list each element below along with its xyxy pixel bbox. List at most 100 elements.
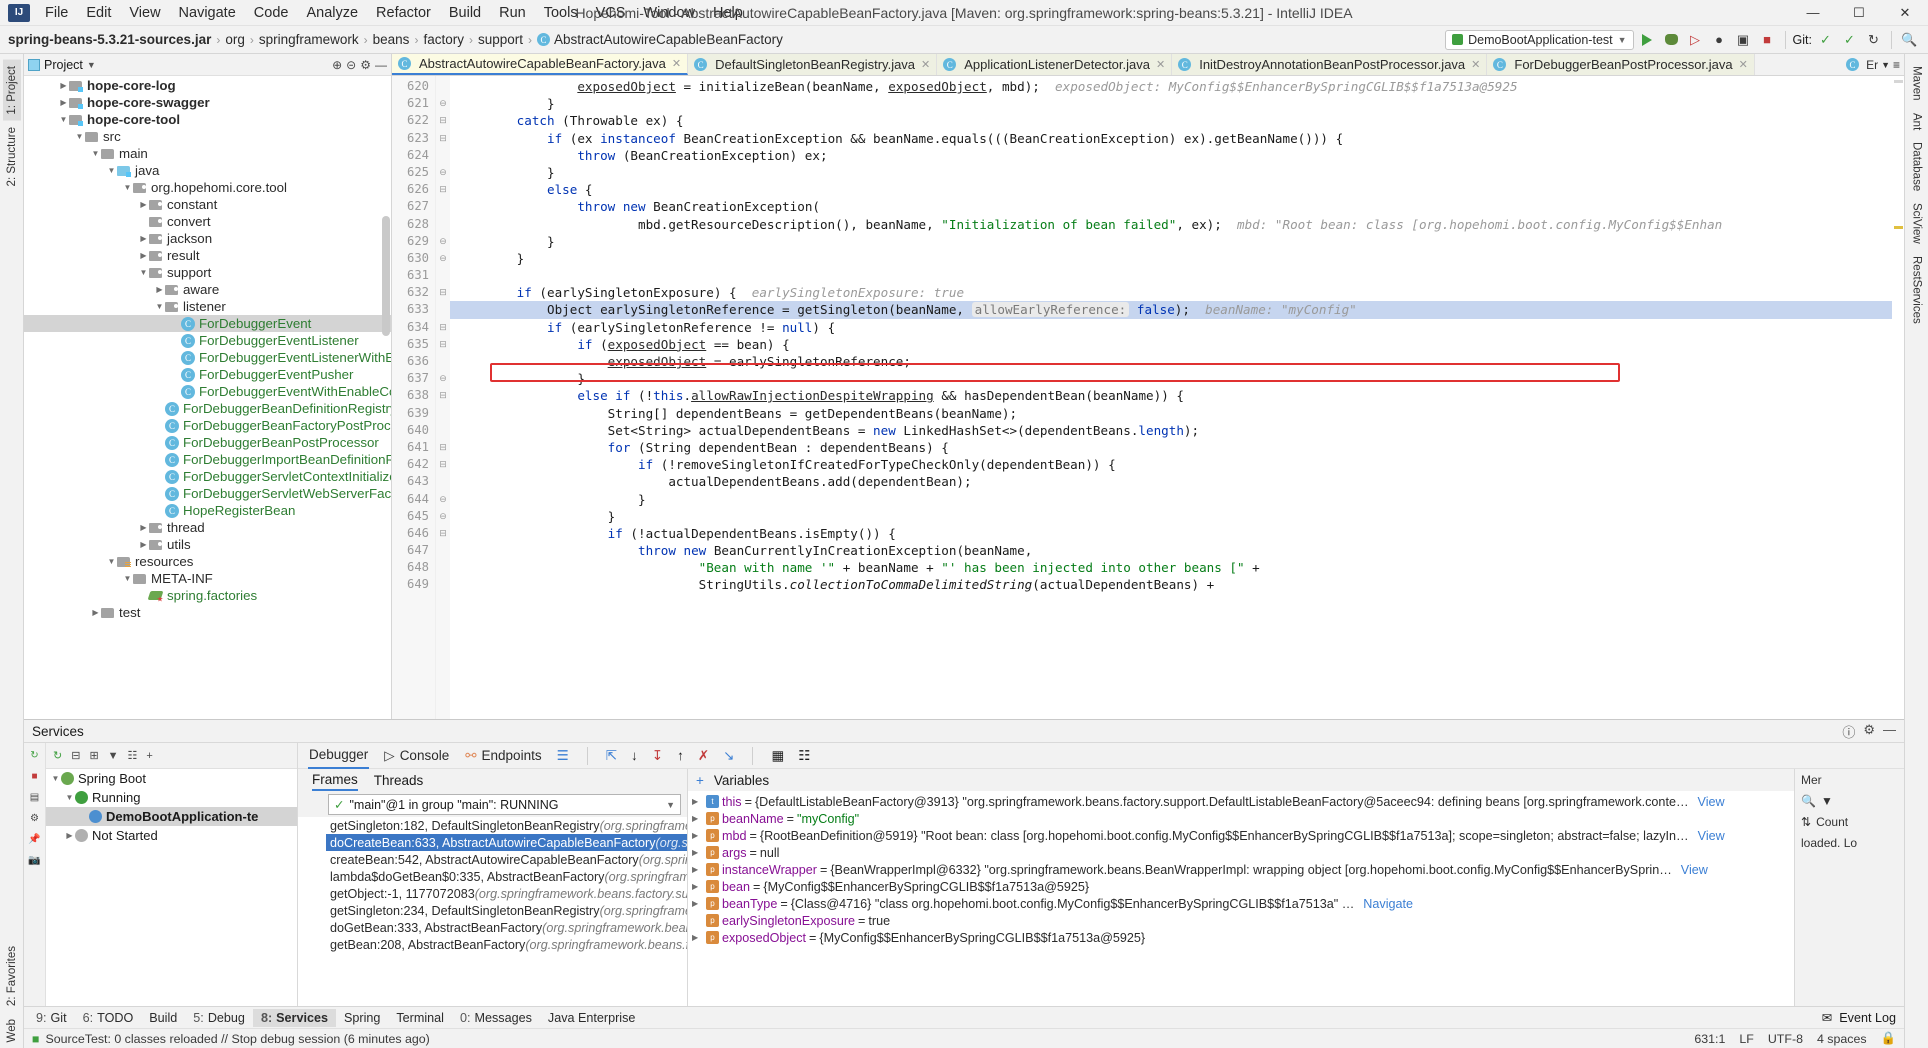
variable-view-link[interactable]: View [1698, 829, 1725, 843]
code-line[interactable]: if (earlySingletonReference != null) { [450, 319, 1892, 336]
attach-button[interactable]: ▣ [1733, 29, 1754, 50]
expand-arrow-icon[interactable]: ▶ [692, 882, 703, 891]
tab-endpoints[interactable]: ⚯ Endpoints [464, 743, 542, 769]
maximize-button[interactable]: ☐ [1836, 0, 1882, 25]
run-button[interactable] [1637, 29, 1658, 50]
fold-toggle-icon[interactable]: ⊟ [436, 130, 450, 147]
code-line[interactable]: "Bean with name '" + beanName + "' has b… [450, 559, 1892, 576]
menu-refactor[interactable]: Refactor [367, 3, 440, 23]
expand-arrow-icon[interactable]: ▼ [122, 574, 133, 583]
tree-node[interactable]: ▼ java [24, 162, 391, 179]
sidebar-item-structure[interactable]: 2: Structure [3, 121, 21, 192]
settings-icon[interactable]: ⚙ [28, 811, 42, 825]
file-encoding[interactable]: UTF-8 [1768, 1032, 1803, 1046]
gear-icon[interactable]: ⚙ [1863, 722, 1875, 741]
tree-node[interactable]: ▼ main [24, 145, 391, 162]
code-line[interactable]: throw new BeanCreationException( [450, 198, 1892, 215]
services-tree-node[interactable]: ▼ Spring Boot [46, 769, 297, 788]
expand-arrow-icon[interactable]: ▶ [154, 285, 165, 294]
frame-row[interactable]: getSingleton:234, DefaultSingletonBeanRe… [326, 902, 687, 919]
tree-node[interactable]: ▶ test [24, 604, 391, 621]
close-tab-icon[interactable]: ✕ [1156, 58, 1165, 71]
fold-toggle-icon[interactable]: ⊖ [436, 233, 450, 250]
memory-tab-label[interactable]: Mer [1801, 773, 1822, 787]
code-line[interactable]: } [450, 95, 1892, 112]
tree-node[interactable]: C HopeRegisterBean [24, 502, 391, 519]
tree-node[interactable]: ▶ jackson [24, 230, 391, 247]
sidebar-item-maven[interactable]: Maven [1908, 60, 1926, 107]
expand-arrow-icon[interactable]: ▼ [50, 774, 61, 783]
fold-toggle-icon[interactable]: ⊟ [436, 525, 450, 542]
tool-window-button[interactable]: Terminal [388, 1009, 452, 1027]
hide-icon[interactable]: ― [375, 58, 387, 72]
expand-all-icon[interactable]: ⊕ [332, 58, 342, 72]
tree-node[interactable]: spring.factories [24, 587, 391, 604]
menu-run[interactable]: Run [490, 3, 535, 23]
fold-toggle-icon[interactable]: ⊖ [436, 491, 450, 508]
services-tree[interactable]: ▼ Spring Boot ▼ Running DemoBootApplication-… [46, 769, 297, 845]
frame-row[interactable]: getBean:208, AbstractBeanFactory (org.sp… [326, 936, 687, 953]
variable-row[interactable]: ▶ p instanceWrapper = {BeanWrapperImpl@633… [688, 861, 1794, 878]
menu-code[interactable]: Code [245, 3, 298, 23]
expand-arrow-icon[interactable]: ▶ [692, 814, 703, 823]
fold-toggle-icon[interactable]: ⊟ [436, 319, 450, 336]
frame-row[interactable]: lambda$doGetBean$0:335, AbstractBeanFact… [326, 868, 687, 885]
sidebar-item-ant[interactable]: Ant [1908, 107, 1926, 136]
code-line[interactable]: mbd.getResourceDescription(), beanName, … [450, 216, 1892, 233]
tree-node[interactable]: ▶ thread [24, 519, 391, 536]
fold-toggle-icon[interactable]: ⊟ [436, 181, 450, 198]
stop-button[interactable]: ■ [1757, 29, 1778, 50]
expand-arrow-icon[interactable]: ▶ [138, 523, 149, 532]
add-icon[interactable]: + [146, 750, 152, 762]
step-out-icon[interactable]: ↑ [677, 748, 684, 763]
expand-arrow-icon[interactable]: ▶ [692, 797, 703, 806]
expand-arrow-icon[interactable]: ▼ [138, 268, 149, 277]
expand-arrow-icon[interactable]: ▶ [90, 608, 101, 617]
code-line[interactable]: } [450, 233, 1892, 250]
tree-node[interactable]: C ForDebuggerBeanDefinitionRegistryPostPr… [24, 400, 391, 417]
expand-arrow-icon[interactable]: ▶ [138, 200, 149, 209]
code-line[interactable]: if (!actualDependentBeans.isEmpty()) { [450, 525, 1892, 542]
code-line[interactable]: } [450, 370, 1892, 387]
frame-row[interactable]: getSingleton:182, DefaultSingletonBeanRe… [326, 817, 687, 834]
caret-position[interactable]: 631:1 [1694, 1032, 1725, 1046]
code-line[interactable]: } [450, 250, 1892, 267]
force-step-into-icon[interactable]: ↧ [652, 748, 663, 764]
tool-window-button[interactable]: 6: TODO [75, 1009, 142, 1027]
frames-list[interactable]: getSingleton:182, DefaultSingletonBeanRe… [298, 817, 687, 1006]
help-icon[interactable]: ⓘ [1842, 722, 1855, 741]
run-to-cursor-icon[interactable]: ↘ [723, 748, 734, 764]
expand-arrow-icon[interactable]: ▼ [74, 132, 85, 141]
code-editor[interactable]: 620 621 622 623 624 625 626 627 628 629 630 631 632 6… [392, 76, 1904, 719]
breadcrumb-class[interactable]: AbstractAutowireCapableBeanFactory [554, 32, 783, 47]
code-line[interactable]: actualDependentBeans.add(dependentBean); [450, 473, 1892, 490]
tool-window-button[interactable]: Spring [336, 1009, 388, 1027]
variable-view-link[interactable]: View [1681, 863, 1708, 877]
close-button[interactable]: ✕ [1882, 0, 1928, 25]
fold-toggle-icon[interactable]: ⊖ [436, 164, 450, 181]
step-into-icon[interactable]: ↓ [631, 748, 638, 763]
code-line[interactable]: StringUtils.collectionToCommaDelimitedSt… [450, 576, 1892, 593]
code-line[interactable]: for (String dependentBean : dependentBea… [450, 439, 1892, 456]
git-history-button[interactable]: ↻ [1863, 29, 1884, 50]
breadcrumb-beans[interactable]: beans [373, 32, 410, 47]
tree-node[interactable]: C ForDebuggerImportBeanDefinitionRegistra… [24, 451, 391, 468]
menu-vcs[interactable]: VCS [587, 3, 635, 23]
menu-view[interactable]: View [120, 3, 169, 23]
menu-tools[interactable]: Tools [535, 3, 587, 23]
breadcrumb-org[interactable]: org [225, 32, 245, 47]
evaluate-icon[interactable]: ▦ [771, 748, 784, 764]
run-configuration-selector[interactable]: DemoBootApplication-test ▼ [1445, 29, 1634, 50]
tool-window-button[interactable]: Build [141, 1009, 185, 1027]
gear-icon[interactable]: ⚙ [360, 58, 371, 72]
code-line[interactable]: exposedObject = initializeBean(beanName,… [450, 78, 1892, 95]
source-code[interactable]: exposedObject = initializeBean(beanName,… [450, 76, 1892, 719]
fold-toggle-icon[interactable]: ⊟ [436, 284, 450, 301]
variable-row[interactable]: p earlySingletonExposure = true [688, 912, 1794, 929]
editor-tab[interactable]: C DefaultSingletonBeanRegistry.java ✕ [688, 54, 938, 75]
git-commit-button[interactable]: ✓ [1839, 29, 1860, 50]
group-icon[interactable]: ☷ [128, 749, 138, 762]
sidebar-item-sciview[interactable]: SciView [1908, 197, 1926, 250]
layout-icon[interactable]: ☰ [557, 748, 569, 764]
tree-node[interactable]: ▼ support [24, 264, 391, 281]
